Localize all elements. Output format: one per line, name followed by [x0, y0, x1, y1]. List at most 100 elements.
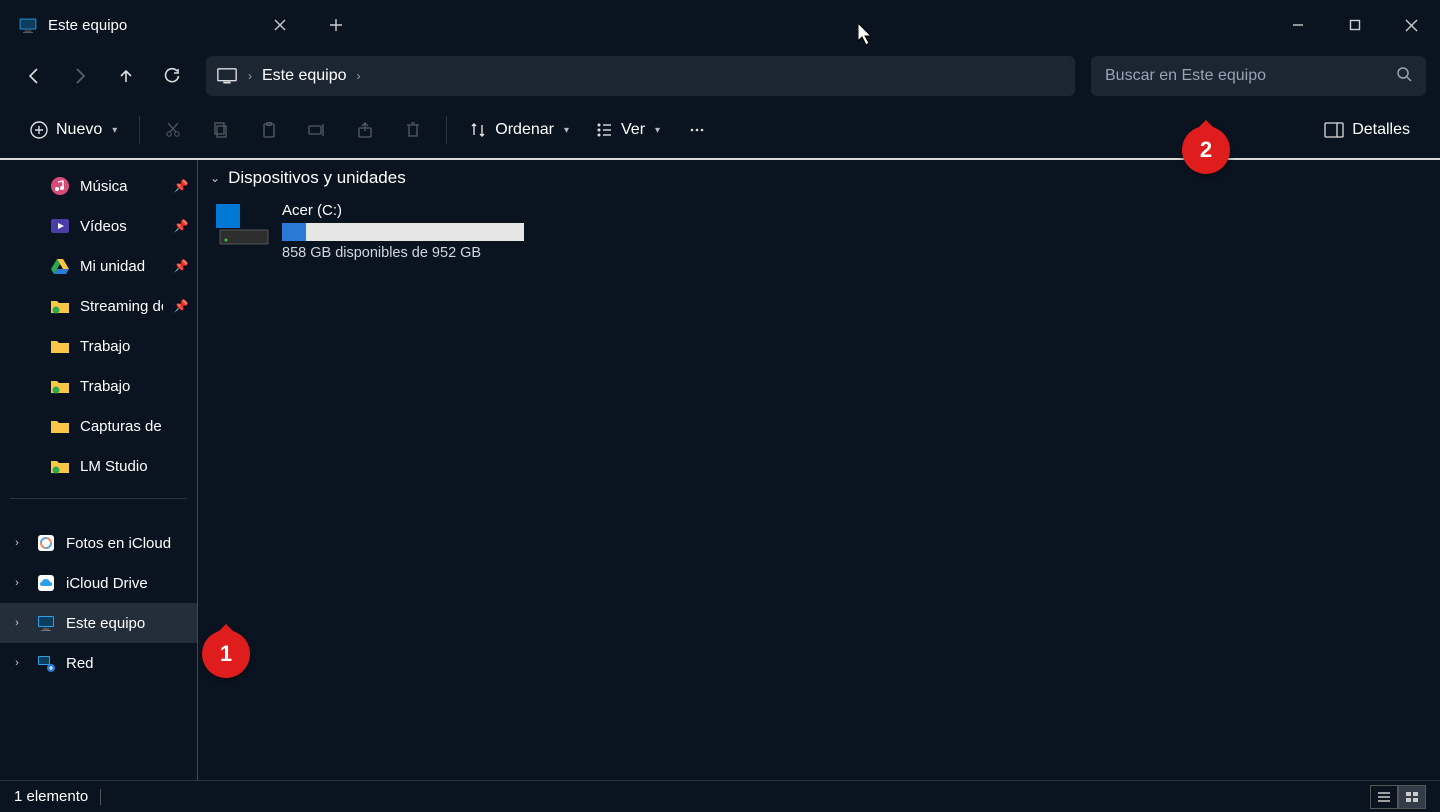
sidebar-item[interactable]: Trabajo	[0, 366, 197, 406]
chevron-down-icon: ▾	[564, 125, 569, 136]
sidebar-item-label: Red	[66, 655, 189, 672]
sidebar-item[interactable]: Vídeos📌	[0, 206, 197, 246]
delete-button[interactable]	[390, 110, 436, 150]
music-icon	[50, 176, 70, 196]
sidebar-item-label: iCloud Drive	[66, 575, 189, 592]
addressbar: › Este equipo ›	[0, 50, 1440, 102]
titlebar: Este equipo	[0, 0, 1440, 50]
sort-label: Ordenar	[495, 121, 554, 139]
sidebar-tree-item[interactable]: › Fotos en iCloud	[0, 523, 197, 563]
details-label: Detalles	[1352, 121, 1410, 139]
gdrive-folder-icon	[50, 456, 70, 476]
up-button[interactable]	[106, 56, 146, 96]
sidebar-tree-item[interactable]: ›Este equipo	[0, 603, 197, 643]
more-button[interactable]	[674, 110, 720, 150]
chevron-down-icon: ▾	[655, 125, 660, 136]
folder-icon	[50, 416, 70, 436]
rename-button[interactable]	[294, 110, 340, 150]
chevron-right-icon[interactable]: ›	[8, 577, 26, 589]
drive-icon	[214, 202, 272, 248]
sidebar-item-label: Trabajo	[80, 338, 163, 355]
new-tab-button[interactable]	[316, 5, 356, 45]
tab-close-button[interactable]	[266, 11, 294, 39]
chevron-right-icon[interactable]: ›	[8, 537, 26, 549]
gdrive-folder-icon	[50, 296, 70, 316]
breadcrumb[interactable]: › Este equipo ›	[206, 56, 1075, 96]
statusbar: 1 elemento	[0, 780, 1440, 812]
copy-button[interactable]	[198, 110, 244, 150]
details-pane-button[interactable]: Detalles	[1312, 110, 1422, 150]
drive-name: Acer (C:)	[282, 202, 524, 219]
forward-button[interactable]	[60, 56, 100, 96]
sidebar-item[interactable]: LM Studio	[0, 446, 197, 486]
item-count: 1 elemento	[14, 788, 88, 805]
folder-icon	[50, 336, 70, 356]
sidebar-item-label: Trabajo	[80, 378, 163, 395]
search-box[interactable]	[1091, 56, 1426, 96]
section-title: Dispositivos y unidades	[228, 168, 406, 188]
gdrive-icon	[50, 256, 70, 276]
share-button[interactable]	[342, 110, 388, 150]
sidebar[interactable]: Música📌Vídeos📌Mi unidad📌Streaming de📌Tra…	[0, 160, 198, 780]
content-area[interactable]: ⌄ Dispositivos y unidades Acer (C:) 858 …	[198, 160, 1440, 780]
main-area: Música📌Vídeos📌Mi unidad📌Streaming de📌Tra…	[0, 160, 1440, 780]
sidebar-item-label: Streaming de	[80, 298, 163, 315]
sidebar-item[interactable]: Streaming de 📌	[0, 286, 197, 326]
pc-icon	[216, 67, 238, 85]
icloud-photos-icon	[36, 533, 56, 553]
sidebar-item[interactable]: Trabajo	[0, 326, 197, 366]
separator	[10, 498, 187, 499]
drive-item[interactable]: Acer (C:) 858 GB disponibles de 952 GB	[210, 196, 730, 267]
view-mode-toggle	[1370, 785, 1426, 809]
sidebar-item[interactable]: Mi unidad📌	[0, 246, 197, 286]
icloud-icon	[36, 573, 56, 593]
annotation-badge: 1	[202, 630, 250, 678]
pin-icon: 📌	[173, 299, 189, 313]
window-controls	[1269, 5, 1440, 45]
sort-button[interactable]: Ordenar ▾	[457, 110, 581, 150]
sidebar-item-label: Capturas de par	[80, 418, 163, 435]
chevron-right-icon: ›	[248, 69, 252, 83]
chevron-down-icon: ⌄	[210, 171, 220, 185]
refresh-button[interactable]	[152, 56, 192, 96]
sidebar-item-label: Fotos en iCloud	[66, 535, 189, 552]
gdrive-folder-icon	[50, 376, 70, 396]
network-icon	[36, 653, 56, 673]
chevron-right-icon: ›	[357, 69, 361, 83]
separator	[446, 116, 447, 144]
sidebar-tree-item[interactable]: › iCloud Drive	[0, 563, 197, 603]
video-icon	[50, 216, 70, 236]
drive-subtext: 858 GB disponibles de 952 GB	[282, 245, 524, 261]
pin-icon: 📌	[173, 219, 189, 233]
view-label: Ver	[621, 121, 645, 139]
pc-icon	[18, 17, 38, 33]
sidebar-item-label: LM Studio	[80, 458, 163, 475]
paste-button[interactable]	[246, 110, 292, 150]
mouse-cursor-icon	[858, 23, 876, 47]
sidebar-item[interactable]: Capturas de par	[0, 406, 197, 446]
chevron-right-icon[interactable]: ›	[8, 657, 26, 669]
tiles-view-button[interactable]	[1398, 785, 1426, 809]
sidebar-item-label: Música	[80, 178, 163, 195]
pc-icon	[36, 613, 56, 633]
tab-current[interactable]: Este equipo	[0, 0, 310, 50]
chevron-down-icon: ▾	[112, 125, 117, 136]
sidebar-tree-item[interactable]: › Red	[0, 643, 197, 683]
details-view-button[interactable]	[1370, 785, 1398, 809]
close-button[interactable]	[1383, 5, 1440, 45]
chevron-right-icon[interactable]: ›	[8, 617, 26, 629]
minimize-button[interactable]	[1269, 5, 1326, 45]
search-input[interactable]	[1105, 67, 1386, 85]
separator	[100, 789, 101, 805]
section-header[interactable]: ⌄ Dispositivos y unidades	[210, 168, 1428, 188]
breadcrumb-current: Este equipo	[262, 67, 347, 85]
sidebar-item[interactable]: Música 📌	[0, 166, 197, 206]
pin-icon: 📌	[173, 179, 189, 193]
maximize-button[interactable]	[1326, 5, 1383, 45]
view-button[interactable]: Ver ▾	[583, 110, 672, 150]
cut-button[interactable]	[150, 110, 196, 150]
new-label: Nuevo	[56, 121, 102, 139]
back-button[interactable]	[14, 56, 54, 96]
new-button[interactable]: Nuevo ▾	[18, 110, 129, 150]
search-icon	[1396, 66, 1412, 87]
